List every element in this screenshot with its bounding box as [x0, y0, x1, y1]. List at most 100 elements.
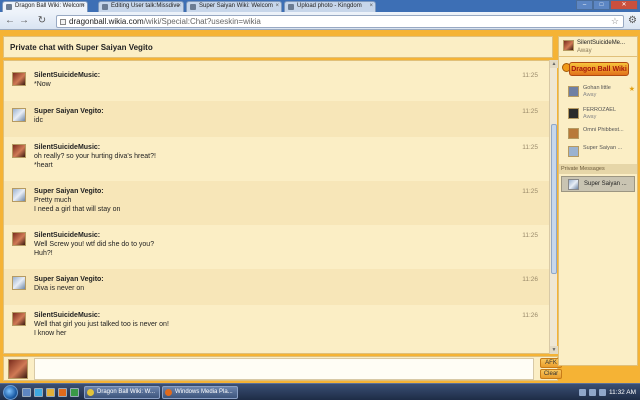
address-bar[interactable]: dragonball.wikia.com/wiki/Special:Chat?u… [56, 15, 624, 28]
forward-button[interactable]: → [18, 15, 30, 27]
message-username[interactable]: SilentSuicideMusic: [34, 144, 550, 151]
message-username[interactable]: SilentSuicideMusic: [34, 312, 550, 319]
tab-close-icon[interactable]: × [369, 3, 373, 9]
message-username[interactable]: SilentSuicideMusic: [34, 72, 550, 79]
tab-dragon-ball-wiki[interactable]: Dragon Ball Wiki: Welcom × [2, 1, 88, 12]
message-timestamp: 11:25 [522, 108, 538, 115]
scroll-down-icon[interactable]: ▼ [550, 346, 558, 354]
user-list-item[interactable]: Omni Phibbest... [559, 125, 637, 145]
taskbar-item-label: Dragon Ball Wiki: W... [97, 389, 156, 395]
message-timestamp: 11:26 [522, 276, 538, 283]
chat-message: Super Saiyan Vegito: idc 11:25 [4, 101, 550, 137]
current-user-status: Away [577, 48, 592, 54]
chrome-icon[interactable] [70, 388, 79, 397]
user-name: Omni Phibbest... [583, 127, 624, 133]
url-path: /wiki/Special:Chat?useskin=wikia [143, 17, 261, 26]
chrome-icon [87, 389, 94, 396]
media-player-icon [165, 389, 172, 396]
message-text: I need a girl that will stay on [34, 206, 121, 213]
chat-message: SilentSuicideMusic: Well that girl you j… [4, 305, 550, 353]
minimize-button[interactable]: – [576, 0, 593, 10]
chat-user-rail: SilentSuicideMe... Away Dragon Ball Wiki… [558, 36, 638, 366]
clear-button[interactable]: Clear [540, 369, 562, 379]
tab-title: Dragon Ball Wiki: Welcom [15, 3, 85, 9]
chat-message: SilentSuicideMusic: Well Screw you! wtf … [4, 225, 550, 269]
user-list-item[interactable]: Gohan little Away ★ [559, 83, 637, 103]
chat-message: Super Saiyan Vegito: Pretty much I need … [4, 181, 550, 225]
avatar[interactable] [12, 144, 26, 158]
private-message-item[interactable]: Super Saiyan ... [561, 176, 635, 192]
tab-close-icon[interactable]: × [81, 3, 85, 9]
tab-upload-photo[interactable]: Upload photo - Kingdom × [284, 1, 376, 12]
chat-scrollbar[interactable]: ▲ ▼ [549, 60, 558, 354]
scrollbar-thumb[interactable] [551, 124, 557, 274]
user-status: Away [583, 114, 597, 120]
start-button[interactable] [3, 385, 18, 400]
scroll-up-icon[interactable]: ▲ [550, 60, 558, 68]
avatar[interactable] [12, 108, 26, 122]
taskbar-item-chrome[interactable]: Dragon Ball Wiki: W... [84, 386, 160, 399]
tab-super-saiyan-wiki[interactable]: Super Saiyan Wiki: Welcom × [186, 1, 282, 12]
internet-explorer-icon[interactable] [34, 388, 43, 397]
wikia-favicon-icon [6, 4, 12, 10]
folder-icon[interactable] [46, 388, 55, 397]
media-player-icon[interactable] [58, 388, 67, 397]
avatar [563, 40, 574, 51]
message-text: Well Screw you! wtf did she do to you? [34, 241, 155, 248]
network-icon[interactable] [579, 389, 587, 396]
avatar[interactable] [12, 312, 26, 326]
message-timestamp: 11:25 [522, 144, 538, 151]
chat-page: Private chat with Super Saiyan Vegito Si… [0, 30, 640, 383]
tab-title: Super Saiyan Wiki: Welcom [199, 3, 273, 9]
message-text: idc [34, 117, 43, 124]
window-controls: – □ ✕ [576, 0, 638, 10]
avatar [568, 128, 579, 139]
chat-message: SilentSuicideMusic: *Now 11:25 [4, 65, 550, 101]
avatar[interactable] [12, 232, 26, 246]
flag-icon[interactable] [599, 389, 607, 396]
show-desktop-icon[interactable] [22, 388, 31, 397]
maximize-button[interactable]: □ [593, 0, 610, 10]
tab-close-icon[interactable]: × [177, 3, 181, 9]
avatar[interactable] [12, 188, 26, 202]
message-username[interactable]: SilentSuicideMusic: [34, 232, 550, 239]
url-domain: dragonball.wikia.com [69, 17, 144, 26]
message-text: I know her [34, 330, 67, 337]
message-input[interactable] [34, 358, 534, 380]
user-name: FERROZAEL [583, 107, 617, 113]
tab-close-icon[interactable]: × [275, 3, 279, 9]
chat-header-title: Private chat with Super Saiyan Vegito [3, 36, 553, 58]
volume-icon[interactable] [589, 389, 597, 396]
message-username[interactable]: Super Saiyan Vegito: [34, 108, 550, 115]
system-tray: 11:32 AM [579, 386, 636, 399]
message-text: Huh?! [34, 250, 53, 257]
close-window-button[interactable]: ✕ [610, 0, 638, 10]
avatar [8, 359, 28, 379]
message-timestamp: 11:25 [522, 72, 538, 79]
current-user[interactable]: SilentSuicideMe... Away [559, 37, 637, 57]
tab-editing-user-talk[interactable]: Editing User talk:Missdive × [98, 1, 184, 12]
user-list-item[interactable]: Super Saiyan ... [559, 143, 637, 163]
avatar [568, 108, 579, 119]
message-username[interactable]: Super Saiyan Vegito: [34, 276, 550, 283]
message-timestamp: 11:26 [522, 312, 538, 319]
user-list-item[interactable]: FERROZAEL Away [559, 105, 637, 125]
avatar[interactable] [12, 72, 26, 86]
chat-input-area: AFK Clear [3, 356, 562, 381]
browser-toolbar: ← → ↻ dragonball.wikia.com/wiki/Special:… [0, 12, 640, 30]
wrench-menu-icon[interactable]: ⚙ [628, 15, 637, 26]
clock[interactable]: 11:32 AM [609, 389, 636, 396]
chat-log: SilentSuicideMusic: *Now 11:25 Super Sai… [3, 60, 553, 354]
message-timestamp: 11:25 [522, 232, 538, 239]
windows-taskbar: Dragon Ball Wiki: W... Windows Media Pla… [0, 383, 640, 400]
message-text: *Now [34, 81, 51, 88]
avatar[interactable] [12, 276, 26, 290]
taskbar-item-media-player[interactable]: Windows Media Pla... [162, 386, 238, 399]
reload-button[interactable]: ↻ [36, 15, 48, 27]
user-status: Away [583, 92, 597, 98]
back-button[interactable]: ← [4, 15, 16, 27]
bookmark-star-icon[interactable]: ☆ [611, 16, 619, 27]
message-username[interactable]: Super Saiyan Vegito: [34, 188, 550, 195]
message-text: Diva is never on [34, 285, 85, 292]
message-text: Pretty much [34, 197, 72, 204]
